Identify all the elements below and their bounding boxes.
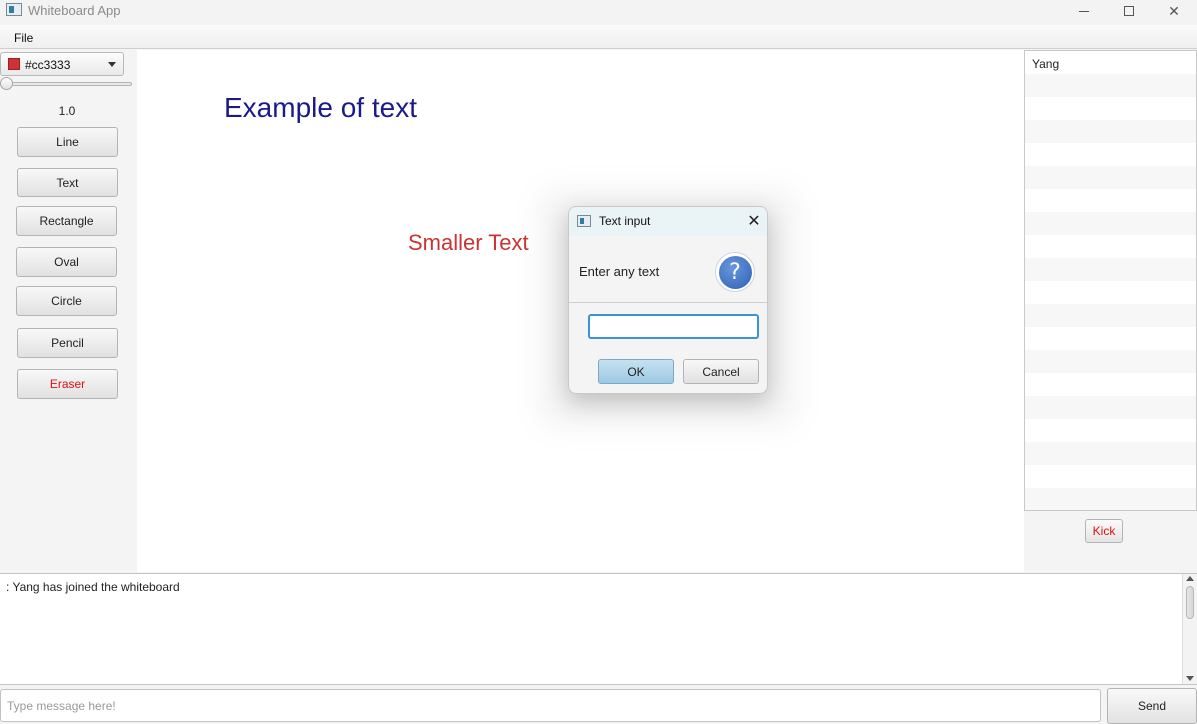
color-swatch	[8, 58, 20, 70]
chat-log[interactable]: : Yang has joined the whiteboard	[0, 573, 1197, 685]
menu-file[interactable]: File	[14, 31, 33, 45]
dialog-title-bar[interactable]: Text input ✕	[569, 207, 767, 236]
chevron-down-icon	[108, 62, 116, 67]
size-slider-track[interactable]	[4, 82, 132, 86]
scroll-up-icon[interactable]	[1186, 576, 1194, 581]
circle-tool-button[interactable]: Circle	[16, 286, 117, 316]
size-slider-thumb[interactable]	[0, 77, 13, 90]
question-mark-glyph: ?	[718, 255, 752, 289]
ok-button[interactable]: OK	[598, 359, 674, 384]
dialog-app-icon	[577, 215, 591, 227]
menu-bar: File	[0, 25, 1197, 49]
color-picker[interactable]: #cc3333	[0, 52, 124, 76]
rectangle-tool-button[interactable]: Rectangle	[16, 206, 117, 236]
dialog-prompt: Enter any text	[579, 264, 660, 279]
chat-scrollbar[interactable]	[1182, 574, 1197, 684]
close-icon: ✕	[1168, 2, 1180, 19]
scroll-thumb[interactable]	[1186, 586, 1194, 619]
minimize-button[interactable]	[1061, 0, 1107, 22]
maximize-button[interactable]	[1106, 0, 1152, 22]
eraser-tool-button[interactable]: Eraser	[17, 369, 118, 399]
dialog-close-icon[interactable]: ✕	[745, 212, 763, 230]
close-button[interactable]: ✕	[1151, 0, 1197, 22]
tool-sidebar: #cc3333 1.0 Line Text Rectangle Oval Cir…	[0, 50, 137, 572]
scroll-down-icon[interactable]	[1186, 676, 1194, 681]
user-list[interactable]: Yang	[1024, 50, 1197, 511]
title-bar: Whiteboard App ✕	[0, 0, 1197, 25]
dialog-text-input[interactable]	[588, 314, 759, 339]
text-tool-button[interactable]: Text	[17, 168, 118, 197]
send-button[interactable]: Send	[1107, 688, 1197, 724]
oval-tool-button[interactable]: Oval	[16, 247, 117, 277]
kick-button[interactable]: Kick	[1085, 519, 1123, 543]
size-value-label: 1.0	[58, 104, 76, 118]
canvas-text-item: Example of text	[224, 92, 417, 123]
dialog-header: Enter any text ?	[569, 236, 767, 303]
dialog-title: Text input	[599, 214, 651, 228]
maximize-icon	[1124, 6, 1134, 16]
message-input[interactable]	[0, 689, 1101, 722]
cancel-button[interactable]: Cancel	[683, 359, 759, 384]
chat-message: : Yang has joined the whiteboard	[6, 580, 180, 594]
app-icon	[6, 3, 22, 16]
canvas-text-item: Smaller Text	[408, 230, 529, 255]
minimize-icon	[1079, 10, 1089, 12]
text-input-dialog: Text input ✕ Enter any text ? OK Cancel	[568, 206, 768, 394]
line-tool-button[interactable]: Line	[17, 127, 118, 157]
pencil-tool-button[interactable]: Pencil	[17, 328, 118, 358]
user-panel: Yang Kick	[1024, 50, 1197, 572]
window-title: Whiteboard App	[28, 3, 121, 18]
user-list-item[interactable]: Yang	[1032, 57, 1059, 71]
color-value: #cc3333	[25, 58, 71, 72]
question-icon: ?	[715, 252, 755, 292]
